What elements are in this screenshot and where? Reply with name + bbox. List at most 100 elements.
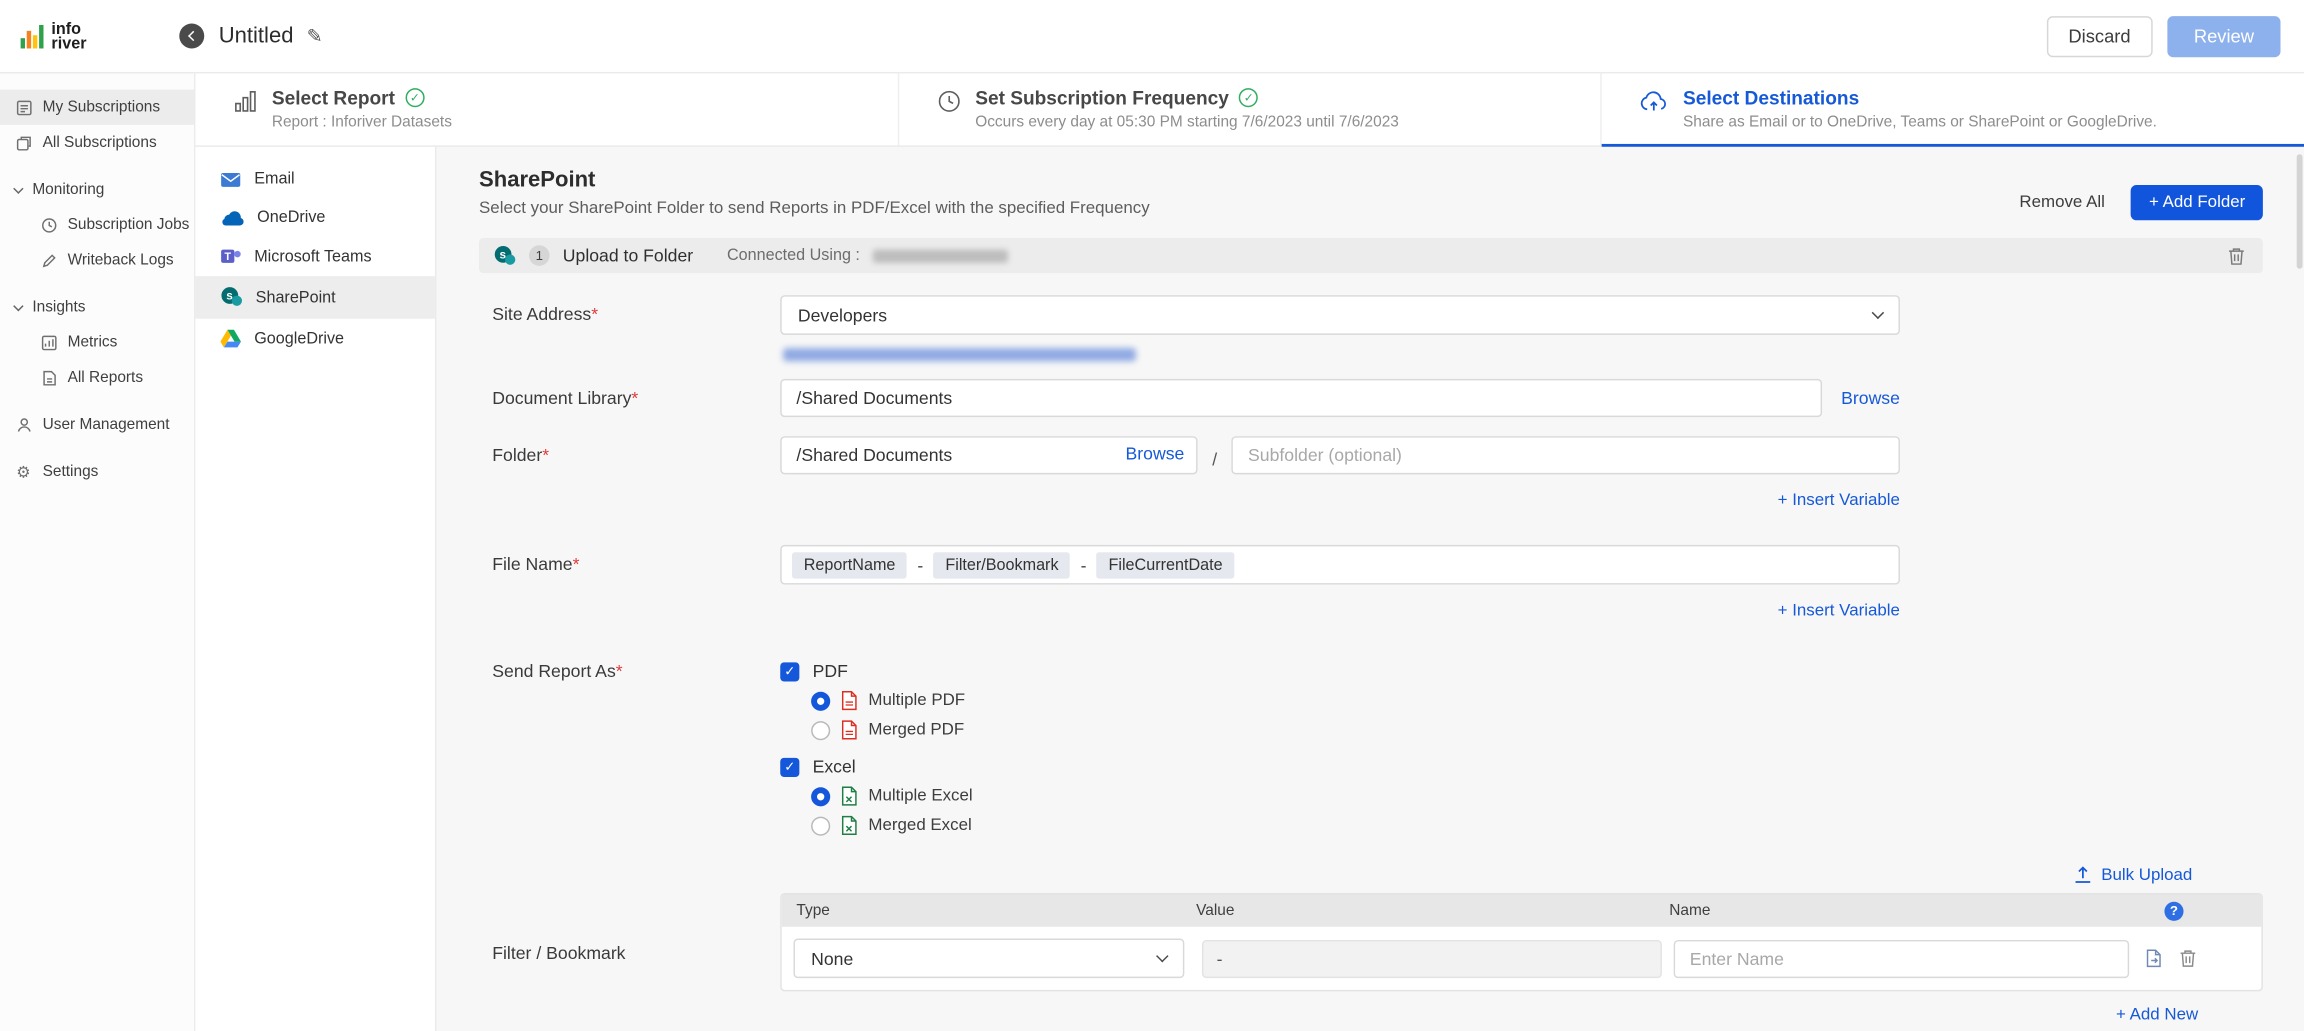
filter-name-input[interactable]: [1674, 939, 2130, 977]
add-new-row-link[interactable]: + Add New: [2116, 1006, 2198, 1024]
sidebar-section-monitoring[interactable]: Monitoring: [0, 172, 194, 207]
user-icon: [15, 416, 33, 434]
excel-file-icon: [840, 786, 858, 807]
destination-label: GoogleDrive: [254, 330, 344, 348]
file-name-chip[interactable]: ReportName: [792, 551, 907, 577]
remove-all-button[interactable]: Remove All: [2019, 194, 2104, 212]
sidebar-item-user-management[interactable]: User Management: [0, 407, 194, 442]
multiple-excel-label: Multiple Excel: [868, 787, 972, 805]
multiple-pdf-radio[interactable]: [811, 691, 830, 710]
redacted-site-url-link[interactable]: [783, 348, 1136, 361]
all-subscriptions-icon: [15, 134, 33, 152]
multiple-pdf-row: Multiple PDF: [811, 690, 1900, 711]
file-name-chip[interactable]: FileCurrentDate: [1097, 551, 1235, 577]
insert-variable-link-folder[interactable]: + Insert Variable: [1778, 492, 1900, 510]
logo-bars-icon: [21, 21, 47, 50]
merged-pdf-radio[interactable]: [811, 720, 830, 739]
export-row-button[interactable]: [2144, 947, 2165, 969]
folder-label: Folder*: [479, 436, 780, 465]
bulk-upload-button[interactable]: Bulk Upload: [2073, 865, 2192, 884]
table-header: Type Value Name ?: [782, 894, 2262, 926]
sidebar-item-subscription-jobs[interactable]: Subscription Jobs: [0, 207, 194, 242]
chevron-left-icon: [188, 31, 198, 41]
sidebar: My Subscriptions All Subscriptions Monit…: [0, 73, 195, 1031]
cloud-upload-icon: [1640, 90, 1668, 146]
merged-excel-radio[interactable]: [811, 816, 830, 835]
site-address-select[interactable]: Developers: [780, 295, 1900, 335]
topbar: info river Untitled ✎ Discard Review: [0, 0, 2304, 73]
scrollbar-thumb[interactable]: [2297, 154, 2303, 269]
sidebar-item-label: Settings: [43, 463, 99, 481]
folder-browse-button[interactable]: Browse: [1126, 444, 1185, 465]
destination-item-email[interactable]: Email: [195, 160, 435, 198]
app-window: info river Untitled ✎ Discard Review My …: [0, 0, 2304, 1031]
step-title: Select Destinations: [1683, 87, 1859, 109]
multiple-excel-radio[interactable]: [811, 786, 830, 805]
check-circle-icon: ✓: [405, 88, 424, 107]
step-subtitle: Report : Inforiver Datasets: [272, 113, 452, 131]
step-select-report[interactable]: Select Report ✓ Report : Inforiver Datas…: [195, 73, 897, 145]
sharepoint-form: Site Address* Developers Doc: [479, 295, 2263, 1023]
onedrive-icon: [220, 209, 244, 225]
destination-item-googledrive[interactable]: GoogleDrive: [195, 319, 435, 359]
site-address-label: Site Address*: [479, 295, 780, 324]
svg-text:T: T: [224, 251, 231, 263]
export-icon: [2145, 949, 2163, 968]
logo-text: info river: [51, 21, 86, 50]
excel-checkbox[interactable]: ✓: [780, 757, 799, 776]
destination-item-sharepoint[interactable]: s SharePoint: [195, 276, 435, 319]
column-header-type: Type: [782, 902, 1196, 920]
upload-folder-header: s 1 Upload to Folder Connected Using :: [479, 238, 2263, 273]
sidebar-item-my-subscriptions[interactable]: My Subscriptions: [0, 90, 194, 125]
edit-title-icon[interactable]: ✎: [307, 24, 323, 47]
review-button[interactable]: Review: [2167, 15, 2280, 56]
document-library-input[interactable]: [780, 379, 1822, 417]
sidebar-section-insights[interactable]: Insights: [0, 289, 194, 324]
pdf-file-icon: [840, 720, 858, 741]
destination-item-microsoft-teams[interactable]: T Microsoft Teams: [195, 236, 435, 276]
document-library-browse-button[interactable]: Browse: [1841, 388, 1900, 409]
multiple-pdf-label: Multiple PDF: [868, 692, 965, 710]
folder-separator: /: [1198, 441, 1232, 469]
delete-row-button[interactable]: [2178, 947, 2199, 969]
sharepoint-icon: s: [220, 286, 242, 308]
delete-folder-button[interactable]: [2225, 243, 2249, 268]
discard-button[interactable]: Discard: [2046, 15, 2152, 56]
pdf-label: PDF: [813, 661, 848, 682]
sidebar-item-settings[interactable]: ⚙ Settings: [0, 454, 194, 489]
filter-type-value: None: [811, 948, 853, 969]
sidebar-item-label: All Subscriptions: [43, 134, 157, 152]
pdf-checkbox[interactable]: ✓: [780, 662, 799, 681]
panel-subtitle: Select your SharePoint Folder to send Re…: [479, 200, 1150, 218]
sidebar-item-metrics[interactable]: Metrics: [0, 325, 194, 360]
pdf-file-icon: [840, 690, 858, 711]
filter-type-select[interactable]: None: [793, 938, 1184, 978]
help-icon[interactable]: ?: [2164, 901, 2183, 920]
destination-item-onedrive[interactable]: OneDrive: [195, 198, 435, 236]
insert-variable-link-filename[interactable]: + Insert Variable: [1778, 602, 1900, 620]
step-set-frequency[interactable]: Set Subscription Frequency ✓ Occurs ever…: [897, 73, 1600, 145]
file-name-chip[interactable]: Filter/Bookmark: [934, 551, 1071, 577]
file-name-input[interactable]: ReportName - Filter/Bookmark - FileCurre…: [780, 545, 1900, 585]
step-select-destinations[interactable]: Select Destinations Share as Email or to…: [1601, 73, 2304, 145]
excel-file-icon: [840, 815, 858, 836]
destination-label: OneDrive: [257, 209, 325, 227]
step-title: Set Subscription Frequency: [975, 87, 1229, 109]
topbar-actions: Discard Review: [2046, 15, 2280, 56]
folder-index-badge: 1: [529, 245, 550, 266]
merged-pdf-label: Merged PDF: [868, 721, 964, 739]
add-folder-button[interactable]: + Add Folder: [2131, 185, 2263, 220]
trash-icon: [2179, 949, 2197, 968]
check-circle-icon: ✓: [1239, 88, 1258, 107]
subfolder-input[interactable]: [1232, 436, 1900, 474]
back-button[interactable]: [179, 23, 204, 48]
page-title: Untitled: [219, 23, 294, 48]
merged-excel-label: Merged Excel: [868, 817, 971, 835]
sidebar-item-all-subscriptions[interactable]: All Subscriptions: [0, 125, 194, 160]
teams-icon: T: [220, 247, 241, 266]
site-address-value: Developers: [798, 305, 887, 326]
sidebar-item-label: Metrics: [68, 333, 118, 351]
sidebar-item-all-reports[interactable]: All Reports: [0, 360, 194, 395]
sharepoint-config-panel: SharePoint Select your SharePoint Folder…: [436, 147, 2304, 1031]
sidebar-item-writeback-logs[interactable]: Writeback Logs: [0, 242, 194, 277]
